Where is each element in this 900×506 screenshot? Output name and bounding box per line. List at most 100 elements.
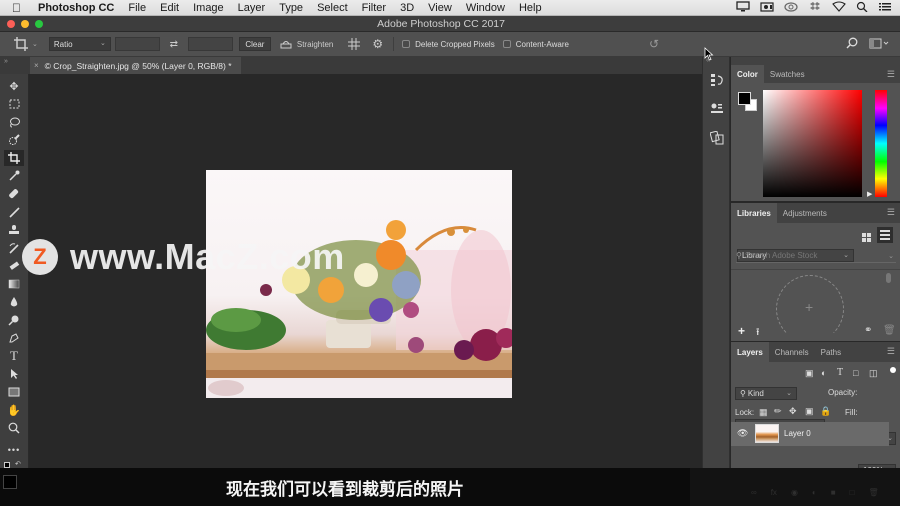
menu-file[interactable]: File bbox=[128, 2, 146, 14]
apple-menu-icon[interactable]:  bbox=[12, 1, 26, 15]
straighten-button[interactable]: Straighten bbox=[297, 40, 333, 49]
display-icon[interactable] bbox=[736, 1, 750, 15]
layer-filter-kind-select[interactable]: ⚲ Kind ⌄ bbox=[735, 387, 797, 400]
hand-tool-icon[interactable]: ✋ bbox=[4, 402, 24, 418]
workspace-switcher-icon[interactable] bbox=[869, 38, 889, 49]
crop-height-input[interactable] bbox=[187, 37, 233, 51]
straighten-icon[interactable] bbox=[280, 39, 292, 49]
dodge-tool-icon[interactable] bbox=[4, 312, 24, 328]
link-layers-icon[interactable]: ∞ bbox=[751, 488, 757, 497]
clear-button[interactable]: Clear bbox=[238, 37, 271, 51]
layer-visibility-eye-icon[interactable]: 👁 bbox=[737, 428, 748, 439]
panel-menu-icon[interactable]: ☰ bbox=[887, 69, 895, 80]
expand-toolbar-icon[interactable]: » bbox=[4, 58, 8, 65]
panel-menu-icon[interactable]: ☰ bbox=[887, 207, 895, 218]
lock-artboards-icon[interactable]: ▣ bbox=[805, 406, 814, 417]
facetime-icon[interactable] bbox=[760, 1, 774, 15]
hue-slider-handle[interactable]: ▶ bbox=[867, 190, 872, 198]
filter-smart-objects-icon[interactable]: ◫ bbox=[869, 368, 878, 379]
tab-color[interactable]: Color bbox=[731, 65, 764, 83]
history-panel-icon[interactable] bbox=[706, 69, 728, 91]
quick-selection-tool-icon[interactable] bbox=[4, 132, 24, 148]
menu-select[interactable]: Select bbox=[317, 2, 348, 14]
lock-position-icon[interactable]: ✥ bbox=[789, 406, 797, 417]
add-content-icon[interactable]: + bbox=[805, 299, 813, 315]
menu-edit[interactable]: Edit bbox=[160, 2, 179, 14]
gradient-tool-icon[interactable] bbox=[4, 276, 24, 292]
menu-filter[interactable]: Filter bbox=[362, 2, 386, 14]
brush-tool-icon[interactable] bbox=[4, 204, 24, 220]
menu-layer[interactable]: Layer bbox=[238, 2, 266, 14]
navigator-panel-icon[interactable] bbox=[706, 127, 728, 149]
filter-type-layers-icon[interactable]: T bbox=[837, 367, 843, 378]
zoom-tool-icon[interactable] bbox=[4, 420, 24, 436]
reset-crop-icon[interactable]: ↺ bbox=[649, 37, 659, 51]
wifi-icon[interactable] bbox=[832, 1, 846, 15]
delete-layer-icon[interactable]: 🗑 bbox=[868, 488, 878, 497]
dropbox-icon[interactable] bbox=[808, 1, 822, 15]
minimize-window-button[interactable] bbox=[21, 20, 29, 28]
new-adjustment-layer-icon[interactable]: ◐ bbox=[812, 488, 817, 497]
menu-view[interactable]: View bbox=[428, 2, 452, 14]
menu-3d[interactable]: 3D bbox=[400, 2, 414, 14]
crop-width-input[interactable] bbox=[114, 37, 160, 51]
healing-brush-tool-icon[interactable] bbox=[4, 186, 24, 202]
layer-row[interactable]: 👁 Layer 0 bbox=[731, 422, 889, 446]
blur-tool-icon[interactable] bbox=[4, 294, 24, 310]
clone-stamp-tool-icon[interactable] bbox=[4, 222, 24, 238]
grid-view-icon[interactable] bbox=[862, 230, 872, 248]
filter-shape-layers-icon[interactable]: □ bbox=[853, 368, 858, 378]
menu-image[interactable]: Image bbox=[193, 2, 224, 14]
delete-cropped-pixels-checkbox[interactable] bbox=[402, 40, 411, 48]
lock-image-pixels-icon[interactable]: ✏ bbox=[774, 406, 782, 417]
crop-tool-icon[interactable] bbox=[4, 150, 24, 166]
app-menu[interactable]: Photoshop CC bbox=[38, 2, 114, 14]
type-tool-icon[interactable]: T bbox=[4, 348, 24, 364]
menu-type[interactable]: Type bbox=[279, 2, 303, 14]
hue-slider[interactable] bbox=[875, 90, 887, 197]
filter-adjustment-layers-icon[interactable]: ◐ bbox=[821, 368, 826, 378]
crop-tool-preset-icon[interactable] bbox=[13, 37, 29, 51]
list-view-icon[interactable] bbox=[877, 227, 893, 243]
history-brush-tool-icon[interactable] bbox=[4, 240, 24, 256]
pen-tool-icon[interactable] bbox=[4, 330, 24, 346]
new-group-icon[interactable]: ■ bbox=[831, 488, 836, 497]
add-mask-icon[interactable]: ◉ bbox=[791, 488, 798, 497]
creative-cloud-icon[interactable] bbox=[784, 1, 798, 15]
ratio-select[interactable]: Ratio ⌄ bbox=[48, 37, 111, 51]
more-tools-icon[interactable]: ••• bbox=[4, 442, 24, 458]
filter-pixel-layers-icon[interactable]: ▣ bbox=[805, 368, 814, 379]
create-new-library-icon[interactable]: + bbox=[738, 324, 745, 338]
foreground-color-swatch[interactable] bbox=[3, 475, 17, 489]
rectangle-tool-icon[interactable] bbox=[4, 384, 24, 400]
lock-all-icon[interactable]: 🔒 bbox=[820, 406, 831, 417]
eyedropper-tool-icon[interactable] bbox=[4, 168, 24, 184]
notification-list-icon[interactable] bbox=[878, 1, 892, 15]
swap-dimensions-icon[interactable]: ⇄ bbox=[168, 39, 180, 50]
content-aware-checkbox[interactable] bbox=[502, 40, 511, 48]
close-window-button[interactable] bbox=[7, 20, 15, 28]
path-selection-tool-icon[interactable] bbox=[4, 366, 24, 382]
menu-window[interactable]: Window bbox=[466, 2, 505, 14]
lasso-tool-icon[interactable] bbox=[4, 114, 24, 130]
preset-chevron-icon[interactable]: ⌄ bbox=[32, 40, 38, 48]
search-icon[interactable] bbox=[846, 37, 858, 49]
tab-adjustments[interactable]: Adjustments bbox=[777, 203, 833, 223]
tab-swatches[interactable]: Swatches bbox=[764, 65, 811, 83]
tab-channels[interactable]: Channels bbox=[769, 342, 815, 362]
scrollbar-thumb[interactable] bbox=[886, 273, 891, 283]
chevron-down-icon[interactable]: ⌄ bbox=[888, 252, 894, 260]
layer-name[interactable]: Layer 0 bbox=[784, 429, 811, 438]
crop-settings-gear-icon[interactable]: ⚙ bbox=[372, 37, 383, 51]
upload-icon[interactable]: ⭱ bbox=[756, 325, 760, 342]
new-layer-icon[interactable]: □ bbox=[850, 488, 855, 497]
eraser-tool-icon[interactable] bbox=[4, 258, 24, 274]
close-tab-icon[interactable]: × bbox=[34, 61, 39, 70]
document-image[interactable] bbox=[206, 170, 512, 398]
foreground-color-chip[interactable] bbox=[738, 92, 751, 105]
menu-help[interactable]: Help bbox=[519, 2, 542, 14]
document-tab[interactable]: × © Crop_Straighten.jpg @ 50% (Layer 0, … bbox=[30, 57, 241, 74]
tab-layers[interactable]: Layers bbox=[731, 342, 769, 362]
tab-paths[interactable]: Paths bbox=[815, 342, 847, 362]
panel-menu-icon[interactable]: ☰ bbox=[887, 346, 895, 357]
